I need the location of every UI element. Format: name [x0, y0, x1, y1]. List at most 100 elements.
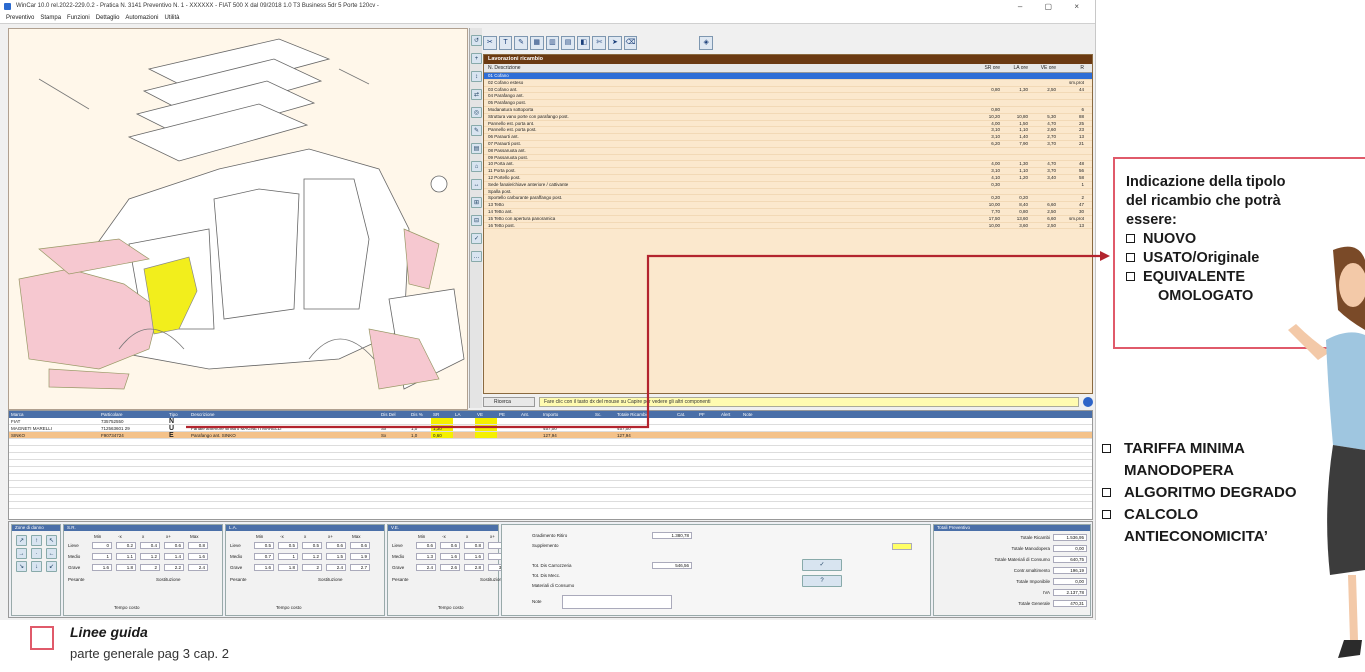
parts-column-header[interactable]: PF: [697, 411, 719, 418]
parts-column-header[interactable]: Cat.: [675, 411, 697, 418]
grid-value[interactable]: 1.5: [326, 553, 346, 560]
grado-value[interactable]: 1.380,78: [652, 532, 692, 539]
grid-value[interactable]: 0: [92, 542, 112, 549]
operation-row[interactable]: 09 Passaruota post.: [484, 155, 1092, 162]
tool-icon[interactable]: ⇄: [471, 89, 482, 100]
parts-column-header[interactable]: Dis %: [409, 411, 431, 418]
parts-column-header[interactable]: PE: [497, 411, 519, 418]
parts-column-header[interactable]: Ant.: [519, 411, 541, 418]
exploded-car-diagram[interactable]: [8, 28, 468, 410]
menu-item[interactable]: Funzioni: [67, 15, 90, 21]
tool-icon[interactable]: ↔: [471, 179, 482, 190]
operation-row[interactable]: 04 Parafango ant.: [484, 93, 1092, 101]
tool-icon[interactable]: ⊟: [471, 215, 482, 226]
diagram-icon[interactable]: ◈: [699, 36, 714, 50]
grid-value[interactable]: 1: [278, 553, 298, 560]
parts-column-header[interactable]: Note: [741, 411, 781, 418]
zone-icon[interactable]: ↖: [46, 535, 57, 546]
tot-dis-value[interactable]: 546,56: [652, 562, 692, 569]
grid-value[interactable]: 1.3: [416, 553, 436, 560]
grid-value[interactable]: 1.6: [464, 553, 484, 560]
parts-column-header[interactable]: LA: [453, 411, 475, 418]
part-row[interactable]: SINKO F90734724 E Parafango ant. SINKO Sx 1,0…: [9, 432, 1092, 439]
scissors-icon[interactable]: ✂: [483, 36, 497, 50]
check-button[interactable]: ?: [802, 575, 842, 587]
grid-value[interactable]: 2.4: [416, 564, 436, 571]
tool-icon[interactable]: …: [471, 251, 482, 262]
operations-column-header[interactable]: SR ore: [976, 64, 1004, 72]
eraser-icon[interactable]: ⌫: [623, 36, 638, 50]
operation-row[interactable]: Sportello carburante paraffango post. 0,2…: [484, 195, 1092, 203]
confirm-button[interactable]: ✓: [802, 559, 842, 571]
operation-row[interactable]: 06 Paraurti ant. 3,10 1,40 2,70 13: [484, 134, 1092, 141]
arrow-icon[interactable]: ➤: [608, 36, 622, 50]
zone-icon[interactable]: ↓: [31, 561, 42, 572]
grid-value[interactable]: 1.6: [188, 553, 208, 560]
operation-row[interactable]: 01 Cofano: [484, 73, 1092, 80]
grid-value[interactable]: 0.6: [440, 542, 460, 549]
search-button[interactable]: Ricerca: [483, 397, 535, 407]
parts-column-header[interactable]: Marca: [9, 411, 99, 418]
grid-value[interactable]: 1.2: [140, 553, 160, 560]
operation-row[interactable]: 13 Tetto 10,00 8,40 6,60 47: [484, 202, 1092, 209]
menu-item[interactable]: Automazioni: [125, 15, 158, 21]
parts-column-header[interactable]: Importo: [541, 411, 593, 418]
grid-value[interactable]: 0.2: [116, 542, 136, 549]
operation-row[interactable]: 11 Porta post. 3,10 1,10 3,70 56: [484, 168, 1092, 175]
grid-value[interactable]: 2.7: [350, 564, 370, 571]
grid-value[interactable]: 2.4: [188, 564, 208, 571]
grid-value[interactable]: 1.8: [278, 564, 298, 571]
grid-value[interactable]: 0.6: [350, 542, 370, 549]
part-row[interactable]: FIAT 735752550 N: [9, 418, 1092, 425]
operation-row[interactable]: 14 Tetto ant. 7,70 0,80 2,50 30: [484, 209, 1092, 216]
parts-column-header[interactable]: SR: [431, 411, 453, 418]
grid-value[interactable]: 0.5: [278, 542, 298, 549]
operation-row[interactable]: 16 Tetto post. 10,00 3,60 2,50 13: [484, 223, 1092, 230]
menu-item[interactable]: Preventivo: [6, 15, 34, 21]
parts-column-header[interactable]: Particolare: [99, 411, 167, 418]
operation-row[interactable]: Struttura vano porte con parafango post.…: [484, 114, 1092, 121]
tool-icon[interactable]: ✎: [471, 125, 482, 136]
window-controls[interactable]: – ▢ ×: [1018, 0, 1089, 13]
note-field[interactable]: [562, 595, 672, 609]
grid-value[interactable]: 0.5: [254, 542, 274, 549]
operation-row[interactable]: 10 Porta ant. 4,00 1,30 4,70 48: [484, 161, 1092, 169]
zone-icon[interactable]: →: [16, 548, 27, 559]
grid-value[interactable]: 1.6: [440, 553, 460, 560]
cut-icon[interactable]: ✄: [592, 36, 607, 50]
parts-column-header[interactable]: Alert: [719, 411, 741, 418]
text-icon[interactable]: T: [498, 36, 513, 50]
grid-value[interactable]: 0.6: [326, 542, 346, 549]
operation-row[interactable]: Pannello est. porta post. 3,10 1,10 2,60 23: [484, 127, 1092, 135]
grid-value[interactable]: 2: [302, 564, 322, 571]
operation-row[interactable]: 07 Paraurti post. 6,20 7,90 3,70 21: [484, 141, 1092, 148]
menu-item[interactable]: Stampa: [40, 15, 61, 21]
grid-value[interactable]: 2: [140, 564, 160, 571]
layers-icon[interactable]: ◧: [576, 36, 591, 50]
operations-column-header[interactable]: VE ore: [1032, 64, 1060, 72]
grid-value[interactable]: 0.8: [464, 542, 484, 549]
operation-row[interactable]: 05 Parafango post.: [484, 100, 1092, 107]
operation-row[interactable]: Modanatura sottoporta 0,80 6: [484, 107, 1092, 114]
grid-value[interactable]: 0.7: [254, 553, 274, 560]
grid-value[interactable]: 2.2: [164, 564, 184, 571]
tool-icon[interactable]: +: [471, 53, 482, 64]
zone-icon[interactable]: ↑: [31, 535, 42, 546]
parts-column-header[interactable]: VE: [475, 411, 497, 418]
grid-value[interactable]: 0.8: [188, 542, 208, 549]
zone-icon[interactable]: ←: [46, 548, 57, 559]
yellow-field[interactable]: [892, 543, 912, 550]
parts-column-header[interactable]: Dis Del: [379, 411, 409, 418]
grid-value[interactable]: 2.6: [440, 564, 460, 571]
grid-value[interactable]: 1.1: [116, 553, 136, 560]
operations-column-header[interactable]: R: [1060, 64, 1088, 72]
zone-icon[interactable]: ↙: [46, 561, 57, 572]
columns-icon[interactable]: ▥: [545, 36, 560, 50]
operation-row[interactable]: 12 Portello post. 4,10 1,20 3,40 58: [484, 175, 1092, 182]
operation-row[interactable]: 15 Tetto con apertura panoramica 17,50 13,…: [484, 216, 1092, 223]
zone-icon[interactable]: ↗: [16, 535, 27, 546]
tool-icon[interactable]: ✓: [471, 233, 482, 244]
grid-value[interactable]: 1: [92, 553, 112, 560]
operation-row[interactable]: Spalla post.: [484, 189, 1092, 196]
part-row[interactable]: MAGNETI MARELLI 712563601 29 U Fanale anter…: [9, 425, 1092, 432]
